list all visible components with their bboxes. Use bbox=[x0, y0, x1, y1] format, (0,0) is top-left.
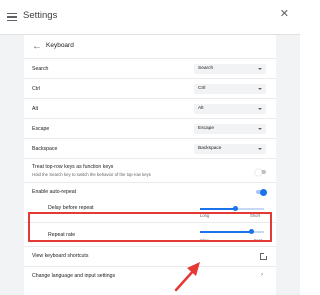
dropdown-caret-icon bbox=[258, 88, 262, 90]
select-value: Escape bbox=[198, 126, 214, 131]
highlight-box bbox=[28, 212, 272, 242]
select-value: Ctrl bbox=[198, 86, 206, 91]
remap-row-ctrl: Ctrl Ctrl bbox=[24, 78, 276, 99]
view-shortcuts-link[interactable]: View keyboard shortcuts bbox=[32, 253, 88, 259]
remap-row-search: Search Search bbox=[24, 58, 276, 79]
function-keys-toggle[interactable] bbox=[255, 168, 266, 176]
auto-repeat-label: Enable auto-repeat bbox=[32, 189, 77, 195]
dropdown-caret-icon bbox=[258, 68, 262, 70]
delay-slider[interactable] bbox=[200, 206, 264, 211]
language-settings-link[interactable]: Change language and input settings bbox=[32, 273, 115, 279]
toggle-knob bbox=[260, 188, 267, 196]
dropdown-caret-icon bbox=[258, 148, 262, 150]
dropdown-caret-icon bbox=[258, 128, 262, 130]
remap-label: Backspace bbox=[32, 146, 58, 152]
select-value: Backspace bbox=[198, 146, 222, 151]
open-in-new-icon[interactable] bbox=[260, 253, 267, 260]
remap-label: Escape bbox=[32, 126, 50, 132]
page-title: Keyboard bbox=[46, 42, 74, 49]
background-right bbox=[276, 35, 300, 295]
toggle-knob bbox=[255, 168, 262, 176]
ctrl-key-select[interactable]: Ctrl bbox=[194, 84, 266, 94]
close-icon[interactable]: ✕ bbox=[280, 9, 289, 20]
app-title: Settings bbox=[23, 10, 58, 21]
function-keys-sublabel: Hold the Search key to switch the behavi… bbox=[32, 172, 151, 177]
escape-key-select[interactable]: Escape bbox=[194, 124, 266, 134]
dropdown-caret-icon bbox=[258, 108, 262, 110]
auto-repeat-row: Enable auto-repeat bbox=[24, 182, 276, 201]
select-value: Search bbox=[198, 66, 214, 71]
hamburger-menu-icon[interactable] bbox=[7, 13, 17, 21]
back-arrow-icon[interactable]: ← bbox=[32, 41, 42, 52]
auto-repeat-toggle[interactable] bbox=[256, 188, 267, 196]
keyboard-settings-card: ← Keyboard Search Search Ctrl Ctrl Alt A… bbox=[24, 35, 276, 295]
chevron-right-icon[interactable]: › bbox=[261, 272, 263, 278]
background-left bbox=[0, 35, 24, 295]
function-keys-row: Treat top-row keys as function keys Hold… bbox=[24, 158, 276, 183]
slider-fill bbox=[200, 208, 236, 210]
alt-key-select[interactable]: Alt bbox=[194, 104, 266, 114]
remap-label: Ctrl bbox=[32, 86, 41, 92]
remap-row-alt: Alt Alt bbox=[24, 98, 276, 119]
backspace-key-select[interactable]: Backspace bbox=[194, 144, 266, 154]
language-settings-row[interactable]: Change language and input settings › bbox=[24, 266, 276, 287]
function-keys-label: Treat top-row keys as function keys bbox=[32, 164, 114, 170]
remap-row-escape: Escape Escape bbox=[24, 118, 276, 139]
remap-label: Search bbox=[32, 66, 49, 72]
remap-label: Alt bbox=[32, 106, 39, 112]
remap-row-backspace: Backspace Backspace bbox=[24, 138, 276, 159]
search-key-select[interactable]: Search bbox=[194, 64, 266, 74]
view-shortcuts-row[interactable]: View keyboard shortcuts bbox=[24, 246, 276, 267]
slider-knob[interactable] bbox=[232, 206, 238, 211]
title-bar: Settings ✕ bbox=[0, 0, 300, 35]
delay-label: Delay before repeat bbox=[48, 205, 94, 211]
select-value: Alt bbox=[198, 106, 204, 111]
